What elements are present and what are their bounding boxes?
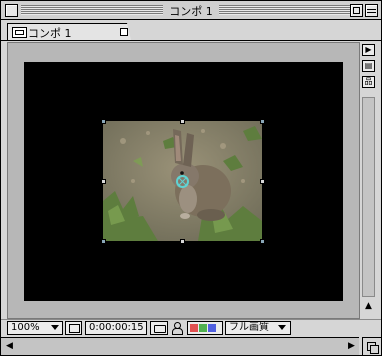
region-of-interest-icon[interactable] [65, 321, 82, 335]
snapshot-camera-icon[interactable] [150, 321, 168, 335]
anchor-point-icon[interactable] [176, 175, 189, 188]
viewer-status-bar: 100% 0:00:00:15 フル画質 [1, 319, 381, 337]
resize-grow-box-icon[interactable] [362, 337, 381, 355]
window-title: コンポ 1 [163, 5, 219, 18]
flowchart-icon[interactable]: ▤ [362, 60, 375, 72]
zoom-box-icon[interactable] [350, 4, 363, 17]
tab-composition-1[interactable]: コンポ 1 [7, 23, 131, 40]
tab-close-icon[interactable] [120, 28, 128, 36]
composition-icon [12, 27, 27, 38]
chevron-down-icon [278, 325, 286, 330]
vertical-scrollbar[interactable] [362, 97, 375, 297]
current-time-display[interactable]: 0:00:00:15 [85, 321, 147, 335]
horizontal-scrollbar[interactable]: ◀ ▶ [1, 337, 359, 355]
layer-handle-bottom-left[interactable] [101, 239, 106, 244]
layer-handle-top-right[interactable] [260, 119, 265, 124]
layer-handle-bottom[interactable] [180, 239, 185, 244]
timecode: 0:00:00:15 [89, 322, 144, 333]
composition-canvas[interactable] [24, 62, 343, 301]
scroll-up-icon[interactable]: ▲ [362, 300, 375, 313]
composition-window: コンポ 1 コンポ 1 ▶ ▤ 品 ▲ 100% 0:00:00:15 フル画質… [0, 0, 382, 356]
show-snapshot-icon[interactable] [171, 322, 183, 335]
chevron-down-icon [51, 325, 59, 330]
layer-handle-right[interactable] [260, 179, 265, 184]
zoom-menu[interactable]: 100% [7, 321, 63, 335]
viewer-side-controls: ▶ ▤ 品 ▲ [360, 42, 380, 317]
layer-tree-icon[interactable]: 品 [362, 76, 375, 88]
scroll-left-icon[interactable]: ◀ [3, 340, 16, 353]
collapse-box-icon[interactable] [365, 4, 378, 17]
tab-strip: コンポ 1 [1, 20, 381, 41]
title-bar[interactable]: コンポ 1 [1, 1, 381, 20]
rgb-channels-icon[interactable] [187, 321, 223, 335]
panel-menu-arrow-icon[interactable]: ▶ [362, 44, 375, 56]
resolution-menu[interactable]: フル画質 [225, 321, 291, 335]
layer-handle-bottom-right[interactable] [260, 239, 265, 244]
scroll-right-icon[interactable]: ▶ [345, 340, 358, 353]
layer-handle-top-left[interactable] [101, 119, 106, 124]
composition-viewer[interactable] [7, 42, 360, 319]
quality-value: フル画質 [229, 322, 269, 333]
layer-handle-left[interactable] [101, 179, 106, 184]
layer-handle-top[interactable] [180, 119, 185, 124]
zoom-value: 100% [11, 322, 40, 333]
tab-label: コンポ 1 [28, 27, 72, 40]
